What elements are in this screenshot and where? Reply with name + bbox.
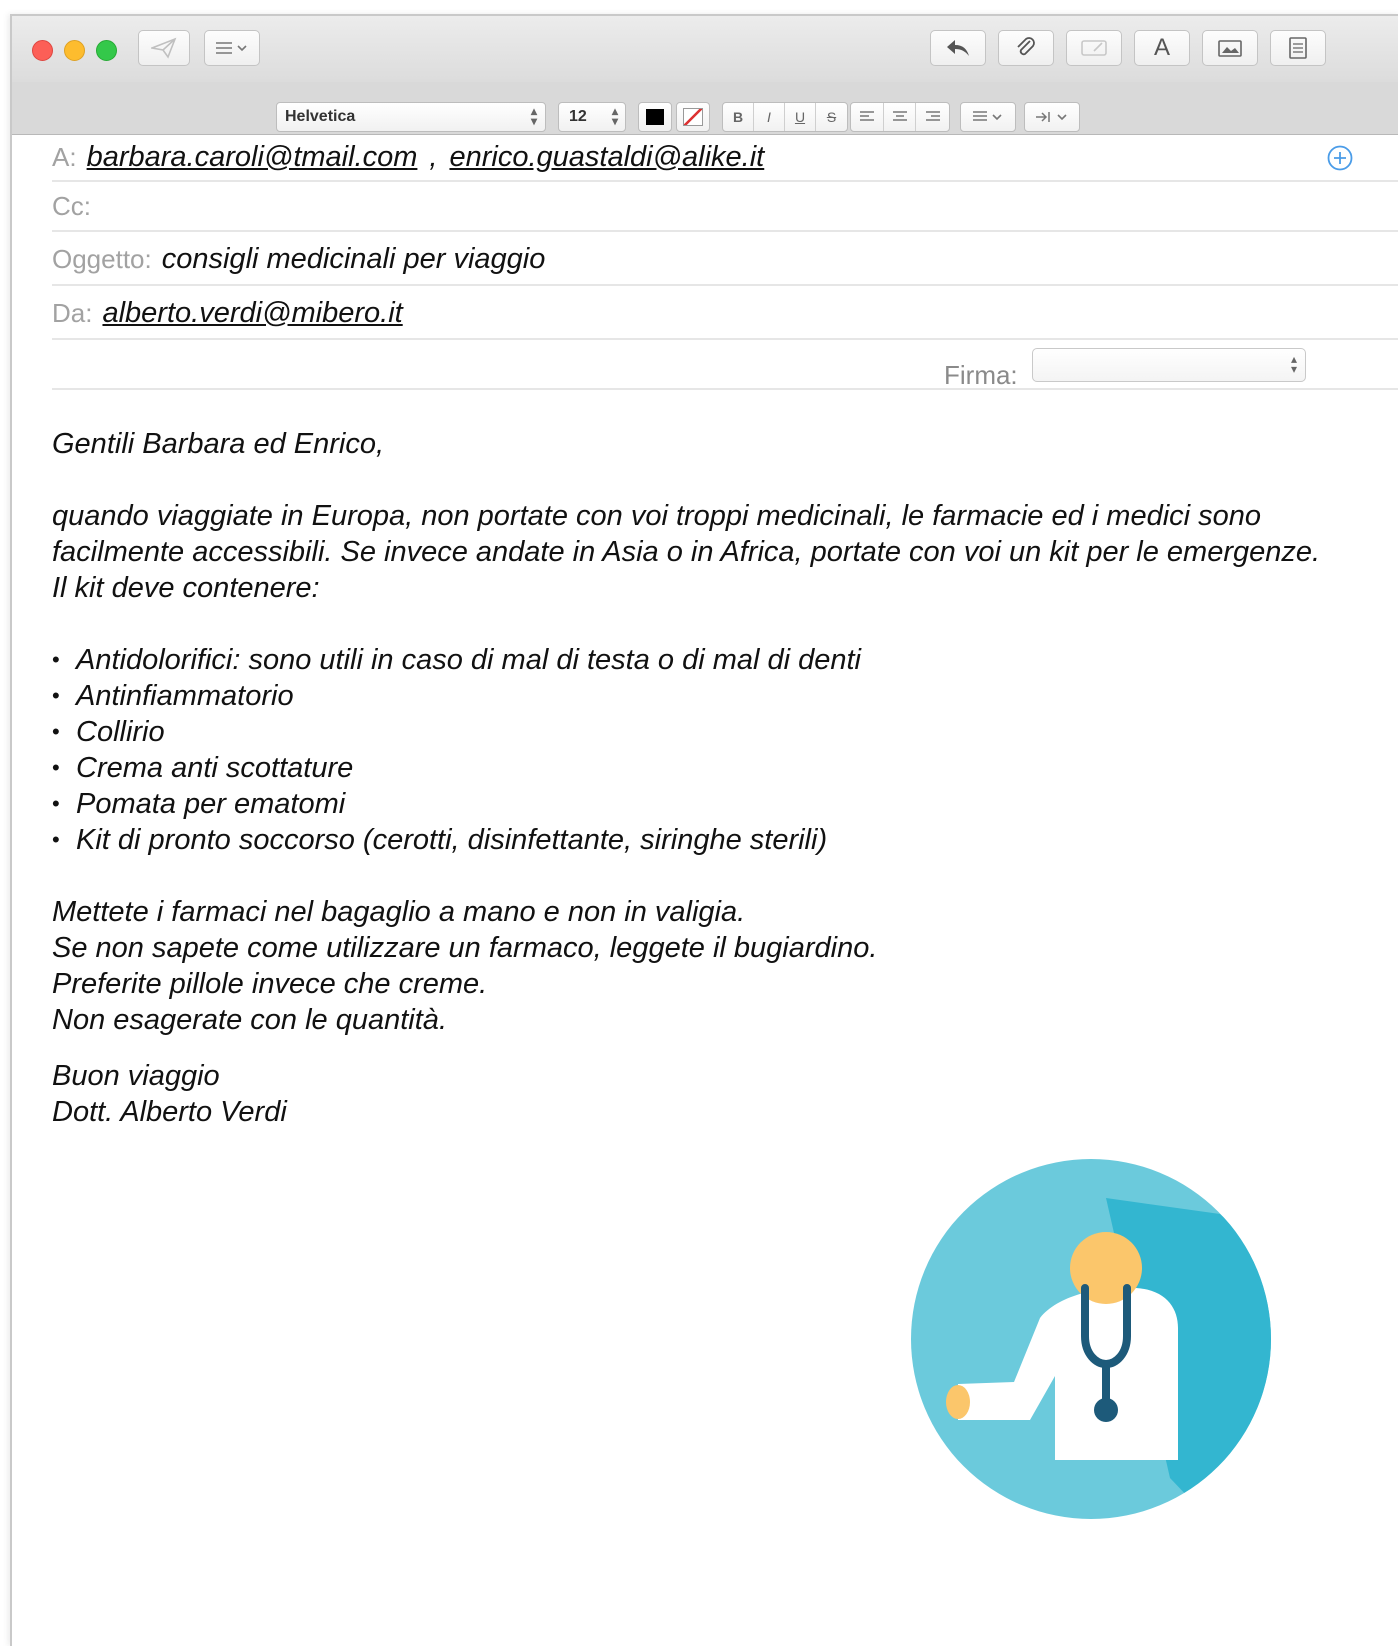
align-left-icon [859, 111, 874, 121]
list-item: Antinfiammatorio [52, 678, 1342, 714]
intro-paragraph: quando viaggiate in Europa, non portate … [52, 500, 1321, 604]
doctor-illustration [911, 1159, 1271, 1519]
reply-arrow-icon [947, 40, 969, 56]
message-body[interactable]: Gentili Barbara ed Enrico, quando viaggi… [52, 426, 1342, 1130]
markup-button[interactable] [1066, 30, 1122, 66]
list-icon [216, 42, 247, 54]
closing: Buon viaggio [52, 1060, 220, 1092]
align-right-icon [925, 111, 940, 121]
advice-line: Non esagerate con le quantità. [52, 1004, 447, 1036]
indent-select[interactable] [1024, 102, 1080, 132]
font-size-select[interactable]: 12 ▴ ▾ [558, 102, 626, 132]
text-color-button[interactable] [638, 102, 672, 132]
fonts-letter: A [1153, 34, 1170, 61]
alignment-buttons [850, 102, 950, 132]
markup-icon [1081, 40, 1107, 56]
to-label: A: [52, 141, 77, 172]
kit-list: Antidolorifici: sono utili in caso di ma… [52, 642, 1342, 858]
fonts-button[interactable]: A [1134, 30, 1190, 66]
recipient-token[interactable]: barbara.caroli@tmail.com [87, 141, 418, 174]
send-button[interactable] [138, 30, 190, 66]
italic-label: I [767, 109, 771, 125]
bold-button[interactable]: B [723, 103, 754, 131]
paper-plane-icon [151, 37, 177, 59]
bulleted-list-icon [973, 111, 1002, 121]
paperclip-icon [1017, 37, 1035, 56]
font-family-select[interactable]: Helvetica ▴ ▾ [276, 102, 546, 132]
indent-icon [1036, 112, 1067, 122]
header-fields-button[interactable] [204, 30, 260, 66]
advice-line: Preferite pillole invece che creme. [52, 968, 488, 1000]
background-color-button[interactable] [676, 102, 710, 132]
advice-line: Mettete i farmaci nel bagaglio a mano e … [52, 896, 746, 928]
reply-button[interactable] [930, 30, 986, 66]
stationery-button[interactable] [1270, 30, 1326, 66]
from-label: Da: [52, 297, 93, 328]
cc-field[interactable]: Cc: [52, 182, 1398, 232]
stationery-icon [1289, 37, 1307, 59]
italic-button[interactable]: I [754, 103, 785, 131]
signature-label: Firma: [944, 360, 1018, 390]
bold-label: B [732, 109, 744, 125]
strikethrough-button[interactable]: S [816, 103, 847, 131]
stepper-icon: ▴ ▾ [530, 104, 537, 128]
list-item: Antidolorifici: sono utili in caso di ma… [52, 642, 1342, 678]
minimize-window-button[interactable] [64, 40, 85, 61]
font-family-value: Helvetica [285, 108, 356, 125]
align-center-icon [892, 111, 907, 121]
list-item: Collirio [52, 714, 1342, 750]
underline-button[interactable]: U [785, 103, 816, 131]
zoom-window-button[interactable] [96, 40, 117, 61]
align-left-button[interactable] [851, 103, 884, 131]
subject-field[interactable]: Oggetto: consigli medicinali per viaggio [52, 234, 1398, 286]
stepper-icon: ▴ ▾ [611, 104, 618, 128]
align-right-button[interactable] [916, 103, 949, 131]
list-item: Kit di pronto soccorso (cerotti, disinfe… [52, 822, 1342, 858]
close-window-button[interactable] [32, 40, 53, 61]
advice-line: Se non sapete come utilizzare un farmaco… [52, 932, 878, 964]
recipient-token[interactable]: enrico.guastaldi@alike.it [449, 141, 764, 174]
signature-name: Dott. Alberto Verdi [52, 1096, 287, 1128]
list-item: Pomata per ematomi [52, 786, 1342, 822]
align-center-button[interactable] [884, 103, 917, 131]
stepper-icon: ▴ ▾ [1290, 352, 1297, 376]
photo-browser-button[interactable] [1202, 30, 1258, 66]
to-field[interactable]: A: barbara.caroli@tmail.com , enrico.gua… [52, 134, 1398, 182]
from-field[interactable]: Da: alberto.verdi@mibero.it [52, 288, 1398, 340]
style-buttons: B I U S [722, 102, 848, 132]
signature-select[interactable]: ▴ ▾ [1032, 348, 1306, 382]
cc-label: Cc: [52, 190, 91, 221]
subject-value[interactable]: consigli medicinali per viaggio [162, 243, 546, 276]
add-contact-icon[interactable] [1326, 144, 1354, 172]
attach-button[interactable] [998, 30, 1054, 66]
text-color-swatch [646, 109, 664, 125]
recipient-separator: , [429, 140, 438, 173]
subject-label: Oggetto: [52, 243, 152, 274]
font-size-value: 12 [569, 108, 587, 125]
underline-label: U [794, 109, 806, 125]
photo-browser-icon [1218, 40, 1242, 57]
greeting: Gentili Barbara ed Enrico, [52, 428, 385, 460]
strike-label: S [826, 109, 837, 125]
from-address[interactable]: alberto.verdi@mibero.it [102, 297, 402, 330]
list-item: Crema anti scottature [52, 750, 1342, 786]
mail-compose-window: A Helvetica ▴ ▾ 12 ▴ ▾ B I U S A: barbar… [10, 14, 1398, 1646]
list-style-select[interactable] [960, 102, 1016, 132]
no-color-icon [683, 108, 703, 126]
title-toolbar: A [12, 16, 1398, 82]
